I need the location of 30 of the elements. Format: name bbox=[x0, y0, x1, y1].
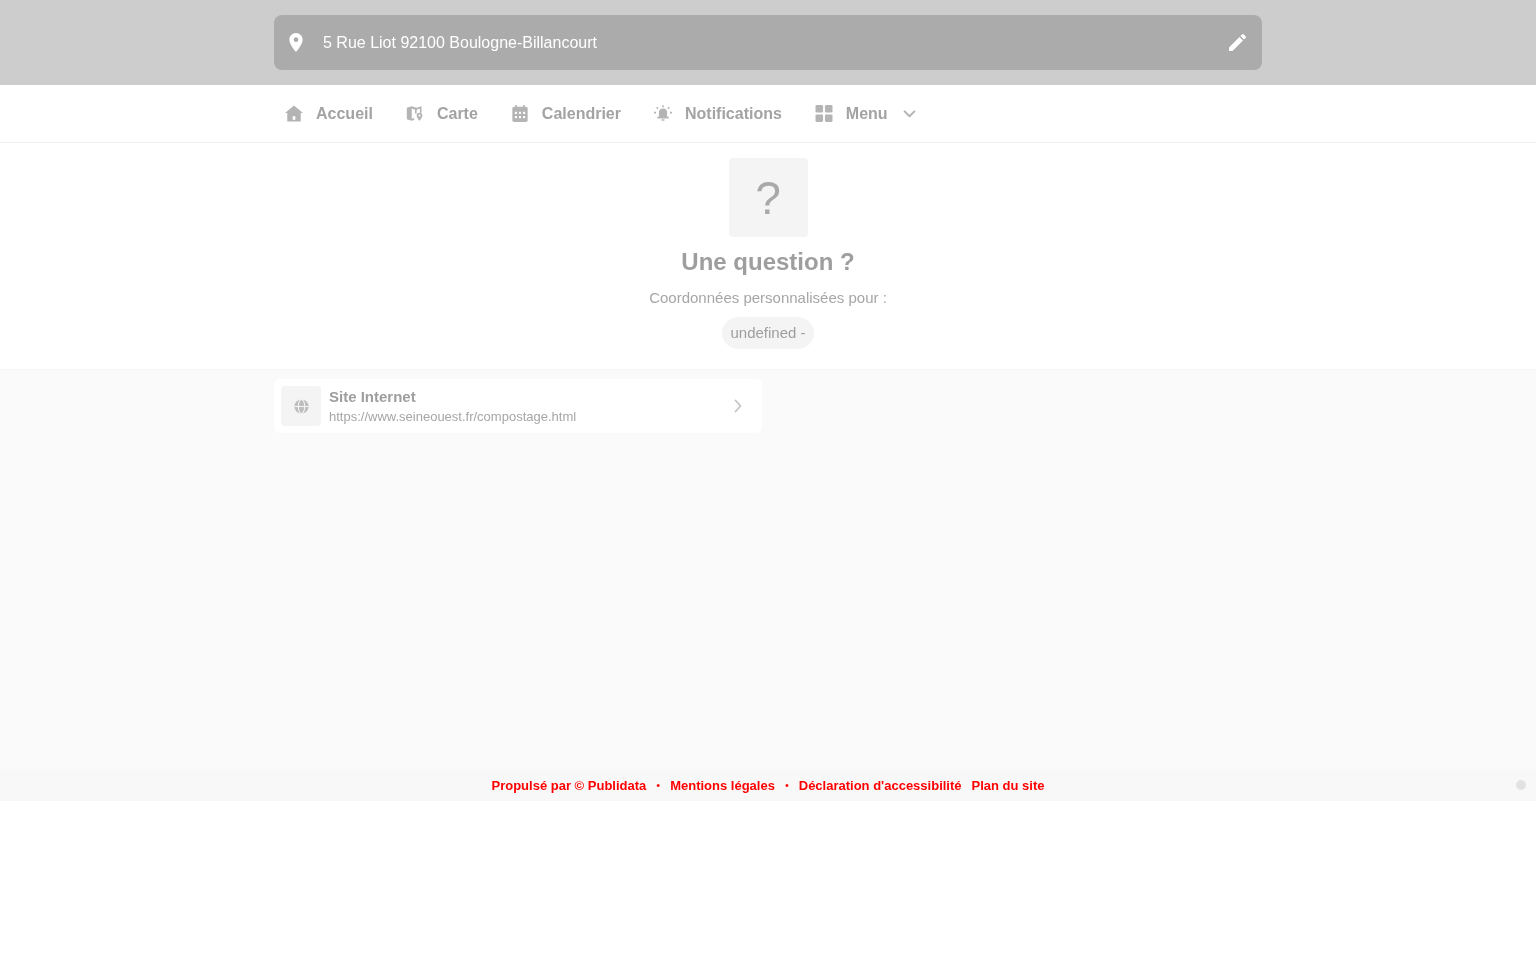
nav-item[interactable]: Carte bbox=[394, 93, 489, 134]
section-title: Une question ? bbox=[681, 247, 855, 277]
nav-item[interactable]: Menu bbox=[803, 93, 927, 134]
home-icon bbox=[285, 105, 303, 122]
grid-icon bbox=[814, 105, 833, 122]
nav-item[interactable]: Notifications bbox=[642, 93, 793, 134]
address-text: 5 Rue Liot 92100 Boulogne-Billancourt bbox=[323, 33, 598, 52]
alarm-bell-icon bbox=[653, 105, 672, 122]
section-subtitle: Coordonnées personnalisées pour : bbox=[649, 289, 887, 307]
footer-link[interactable]: Déclaration d'accessibilité bbox=[798, 777, 962, 793]
calendar-icon bbox=[510, 105, 529, 122]
footer-link[interactable]: Plan du site bbox=[971, 777, 1045, 793]
footer-separator: • bbox=[656, 779, 661, 791]
map-icon bbox=[405, 105, 424, 122]
question-mark-tile: ? bbox=[728, 158, 808, 237]
chevron-down-icon bbox=[902, 109, 916, 118]
nav-item[interactable]: Calendrier bbox=[499, 93, 632, 134]
footer-link[interactable]: Mentions légales bbox=[670, 777, 775, 793]
link-url: https://www.seineouest.fr/compostage.html bbox=[329, 408, 578, 425]
chevron-right-icon bbox=[734, 399, 742, 413]
pencil-icon[interactable] bbox=[1229, 34, 1246, 51]
footer-link[interactable]: Propulsé par © Publidata bbox=[491, 777, 647, 793]
contact-tag: undefined - bbox=[722, 317, 814, 349]
footer-separator: • bbox=[784, 779, 789, 791]
link-title: Site Internet bbox=[329, 387, 417, 406]
nav-item[interactable]: Accueil bbox=[274, 93, 384, 134]
address-field[interactable]: 5 Rue Liot 92100 Boulogne-Billancourt bbox=[274, 15, 1262, 70]
location-pin-icon bbox=[289, 33, 303, 52]
globe-icon bbox=[281, 386, 321, 426]
website-link-card[interactable]: Site Internet https://www.seineouest.fr/compostage.html bbox=[274, 379, 762, 433]
